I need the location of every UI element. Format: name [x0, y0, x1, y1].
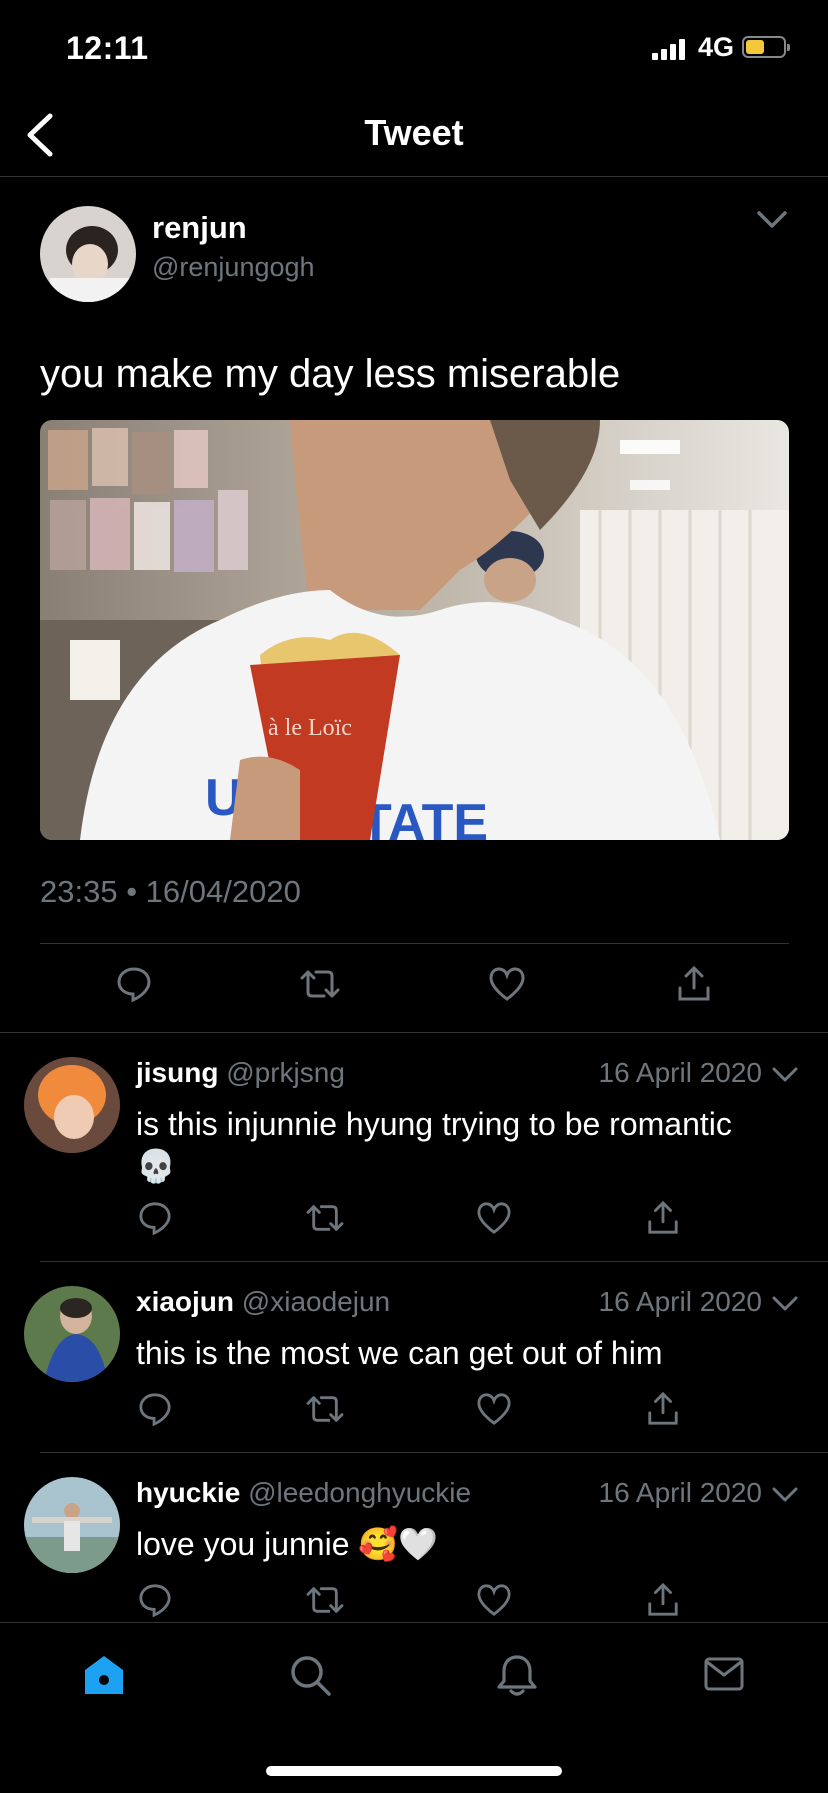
chevron-down-icon[interactable]	[772, 1296, 798, 1312]
reply-date: 16 April 2020	[598, 1477, 762, 1508]
like-icon[interactable]	[476, 1392, 512, 1426]
tweet-actions	[0, 966, 828, 1026]
reply-author-handle[interactable]: @leedonghyuckie	[248, 1477, 471, 1508]
reply-icon[interactable]	[138, 1201, 172, 1235]
reply-author[interactable]: xiaojun @xiaodejun	[136, 1286, 390, 1318]
home-icon[interactable]	[82, 1653, 126, 1697]
reply-icon[interactable]	[116, 966, 152, 1002]
search-icon[interactable]	[288, 1653, 332, 1697]
retweet-icon[interactable]	[306, 1201, 344, 1235]
status-bar: 12:11 4G	[0, 0, 828, 100]
share-icon[interactable]	[646, 1583, 680, 1617]
reply-date: 16 April 2020	[598, 1286, 762, 1317]
chevron-down-icon[interactable]	[756, 210, 788, 230]
avatar[interactable]	[24, 1477, 120, 1573]
reply-author-handle[interactable]: @xiaodejun	[242, 1286, 390, 1317]
tweet-text: you make my day less miserable	[40, 352, 621, 396]
like-icon[interactable]	[476, 1583, 512, 1617]
reply-icon[interactable]	[138, 1583, 172, 1617]
svg-text:TATE: TATE	[360, 794, 488, 840]
divider	[40, 943, 789, 944]
network-label: 4G	[698, 32, 735, 62]
retweet-icon[interactable]	[306, 1392, 344, 1426]
battery-icon	[742, 36, 790, 58]
reply-item[interactable]: xiaojun @xiaodejun 16 April 2020 this is…	[0, 1262, 828, 1452]
page-title: Tweet	[364, 112, 464, 153]
reply-text: love you junnie 🥰🤍	[136, 1526, 439, 1562]
share-icon[interactable]	[676, 966, 712, 1002]
share-icon[interactable]	[646, 1392, 680, 1426]
chevron-down-icon[interactable]	[772, 1067, 798, 1083]
reply-item[interactable]: hyuckie @leedonghyuckie 16 April 2020 lo…	[0, 1453, 828, 1621]
tweet-photo[interactable]: UNI TATE à le Loïc	[40, 420, 789, 840]
home-indicator[interactable]	[266, 1766, 562, 1776]
like-icon[interactable]	[476, 1201, 512, 1235]
like-icon[interactable]	[488, 966, 526, 1002]
avatar[interactable]	[24, 1286, 120, 1382]
retweet-icon[interactable]	[300, 966, 340, 1002]
reply-author-name[interactable]: xiaojun	[136, 1286, 234, 1317]
reply-author[interactable]: hyuckie @leedonghyuckie	[136, 1477, 471, 1509]
tweet-timestamp: 23:35 • 16/04/2020	[40, 874, 301, 909]
signal-icon	[652, 39, 685, 60]
reply-icon[interactable]	[138, 1392, 172, 1426]
avatar[interactable]	[40, 206, 136, 302]
reply-author-name[interactable]: jisung	[136, 1057, 218, 1088]
notifications-icon[interactable]	[496, 1653, 538, 1697]
reply-item[interactable]: jisung @prkjsng 16 April 2020 is this in…	[0, 1033, 828, 1261]
reply-text: this is the most we can get out of him	[136, 1335, 663, 1371]
reply-author-handle[interactable]: @prkjsng	[226, 1057, 345, 1088]
reply-text: is this injunnie hyung trying to be roma…	[136, 1106, 732, 1184]
status-time: 12:11	[66, 30, 149, 66]
image-wrapper-text: à le Loïc	[268, 715, 352, 741]
chevron-down-icon[interactable]	[772, 1487, 798, 1503]
reply-author[interactable]: jisung @prkjsng	[136, 1057, 345, 1089]
retweet-icon[interactable]	[306, 1583, 344, 1617]
messages-icon[interactable]	[704, 1657, 744, 1691]
author-name[interactable]: renjun	[152, 210, 247, 246]
reply-date: 16 April 2020	[598, 1057, 762, 1088]
nav-bar: Tweet	[0, 100, 828, 177]
author-handle[interactable]: @renjungogh	[152, 252, 315, 283]
avatar[interactable]	[24, 1057, 120, 1153]
reply-author-name[interactable]: hyuckie	[136, 1477, 240, 1508]
share-icon[interactable]	[646, 1201, 680, 1235]
